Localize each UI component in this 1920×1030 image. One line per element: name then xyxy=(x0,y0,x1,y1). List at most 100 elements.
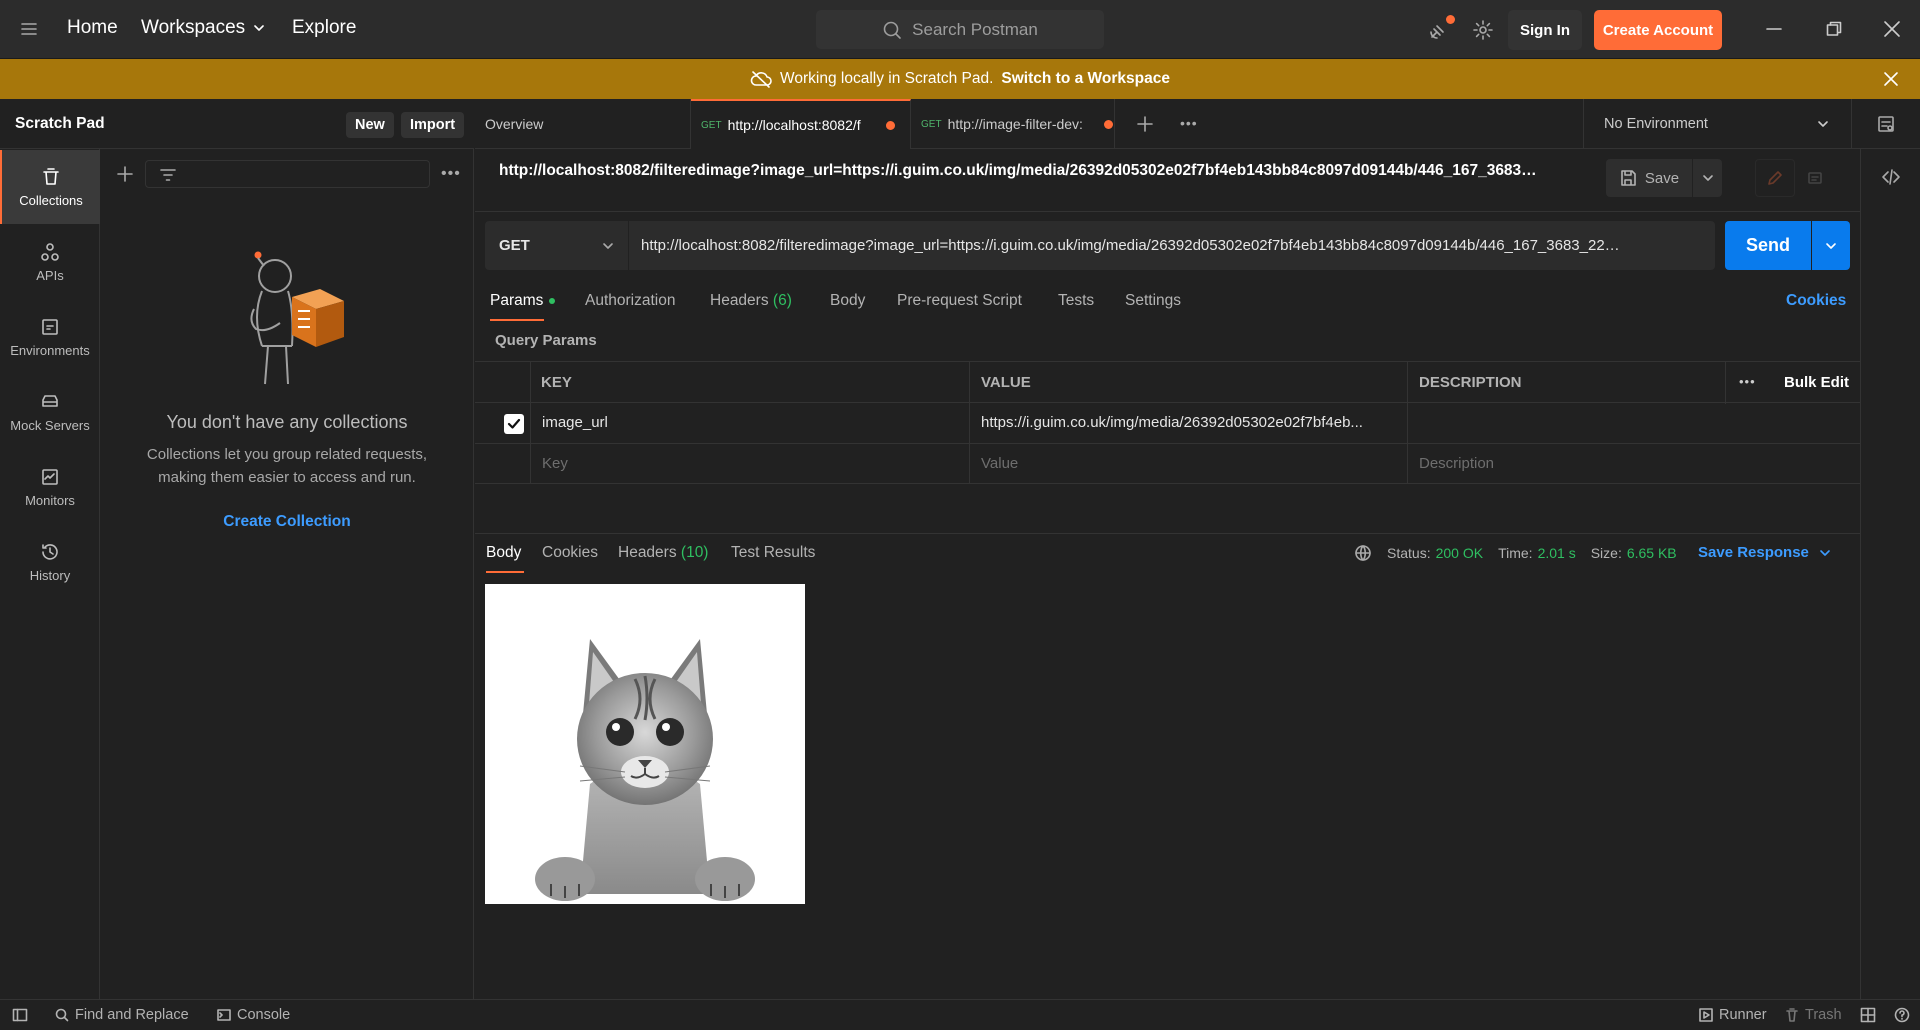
new-button[interactable]: New xyxy=(346,112,394,138)
response-tab-body[interactable]: Body xyxy=(486,544,521,562)
tab-prerequest-script[interactable]: Pre-request Script xyxy=(897,292,1022,310)
rail-collections[interactable]: Collections xyxy=(0,150,100,224)
rail-apis[interactable]: APIs xyxy=(0,225,100,299)
response-divider xyxy=(475,533,1860,534)
globe-icon[interactable] xyxy=(1354,544,1372,562)
comments-button[interactable] xyxy=(1795,159,1835,197)
params-active-dot xyxy=(549,298,556,304)
cookies-link[interactable]: Cookies xyxy=(1786,292,1846,310)
find-replace-button[interactable]: Find and Replace xyxy=(55,1007,189,1023)
url-input[interactable]: http://localhost:8082/filteredimage?imag… xyxy=(629,221,1715,270)
value-placeholder[interactable]: Value xyxy=(981,455,1018,472)
nav-workspaces[interactable]: Workspaces xyxy=(141,17,265,39)
console-label: Console xyxy=(237,1007,291,1023)
runner-label: Runner xyxy=(1719,1007,1767,1023)
tab-request-1[interactable]: GET http://localhost:8082/f xyxy=(691,99,911,149)
nav-home[interactable]: Home xyxy=(67,17,118,39)
create-collection-link[interactable]: Create Collection xyxy=(100,513,474,531)
environment-selector[interactable]: No Environment xyxy=(1583,99,1851,149)
tab-settings[interactable]: Settings xyxy=(1125,292,1181,310)
tab-headers-count: (6) xyxy=(772,292,792,309)
create-account-button[interactable]: Create Account xyxy=(1594,10,1722,50)
time-value[interactable]: 2.01 s xyxy=(1538,545,1576,561)
import-button[interactable]: Import xyxy=(401,112,465,138)
code-icon[interactable] xyxy=(1881,167,1901,187)
nav-explore[interactable]: Explore xyxy=(292,17,356,39)
response-tab-cookies[interactable]: Cookies xyxy=(542,544,598,562)
menu-icon[interactable] xyxy=(20,20,38,38)
help-icon[interactable] xyxy=(1894,1007,1910,1023)
size-label: Size: xyxy=(1590,545,1622,561)
layout-icon[interactable] xyxy=(1860,1007,1876,1023)
console-icon xyxy=(217,1008,231,1022)
row-checkbox[interactable] xyxy=(504,414,524,434)
send-options-button[interactable] xyxy=(1812,221,1850,270)
minimize-icon[interactable] xyxy=(1766,21,1782,37)
send-button[interactable]: Send xyxy=(1725,221,1811,270)
close-window-icon[interactable] xyxy=(1883,20,1901,38)
row-key[interactable]: image_url xyxy=(542,414,608,431)
tab-request-2[interactable]: GET http://image-filter-dev: xyxy=(911,99,1115,149)
key-placeholder[interactable]: Key xyxy=(542,455,568,472)
close-banner-icon[interactable] xyxy=(1883,71,1899,87)
description-placeholder[interactable]: Description xyxy=(1419,455,1494,472)
tab-headers[interactable]: Headers (6) xyxy=(710,292,792,310)
new-tab-icon[interactable] xyxy=(1136,115,1154,133)
sign-in-button[interactable]: Sign In xyxy=(1508,10,1582,50)
method-select[interactable]: GET xyxy=(485,221,628,270)
size-value[interactable]: 6.65 KB xyxy=(1627,545,1677,561)
left-rail: Collections APIs Environments Mock Serve… xyxy=(0,99,100,999)
rail-mock-servers[interactable]: Mock Servers xyxy=(0,375,100,449)
response-tab-test-results[interactable]: Test Results xyxy=(731,544,815,562)
sidebar: Scratch Pad New Import ••• You don't hav… xyxy=(0,99,474,999)
find-replace-label: Find and Replace xyxy=(75,1007,189,1023)
tab-authorization[interactable]: Authorization xyxy=(585,292,675,310)
save-options-button[interactable] xyxy=(1693,159,1722,197)
params-table: KEY VALUE DESCRIPTION ••• Bulk Edit imag… xyxy=(475,361,1860,484)
tab-body[interactable]: Body xyxy=(830,292,865,310)
tab-tests[interactable]: Tests xyxy=(1058,292,1094,310)
collection-filter-input[interactable] xyxy=(145,160,430,188)
chevron-down-icon xyxy=(253,22,265,34)
toggle-sidebar-icon[interactable] xyxy=(12,1007,28,1023)
tab1-label: http://localhost:8082/f xyxy=(727,117,861,133)
response-tab-headers[interactable]: Headers (10) xyxy=(618,544,708,562)
environment-quicklook[interactable] xyxy=(1851,99,1920,149)
add-icon[interactable] xyxy=(116,165,134,183)
restore-icon[interactable] xyxy=(1826,21,1842,37)
console-button[interactable]: Console xyxy=(217,1007,290,1023)
save-response-button[interactable]: Save Response xyxy=(1698,544,1831,561)
row-value[interactable]: https://i.guim.co.uk/img/media/26392d053… xyxy=(981,414,1363,431)
chevron-down-icon xyxy=(1819,547,1831,559)
bulk-edit-button[interactable]: Bulk Edit xyxy=(1784,374,1849,391)
edit-button[interactable] xyxy=(1755,159,1795,197)
tab-options-icon[interactable]: ••• xyxy=(1180,115,1198,131)
response-headers-count: (10) xyxy=(680,544,709,561)
tab2-label: http://image-filter-dev: xyxy=(947,116,1083,132)
trash-button[interactable]: Trash xyxy=(1785,1007,1842,1023)
switch-workspace-link[interactable]: Switch to a Workspace xyxy=(1001,70,1170,88)
col-divider xyxy=(1725,362,1726,404)
environment-label: No Environment xyxy=(1604,116,1708,132)
col-divider xyxy=(530,444,531,484)
tab-params[interactable]: Params xyxy=(490,292,556,310)
tab-overview[interactable]: Overview xyxy=(475,99,691,149)
runner-button[interactable]: Runner xyxy=(1699,1007,1767,1023)
rail-apis-label: APIs xyxy=(36,267,64,283)
col-divider xyxy=(1407,362,1408,404)
more-options-icon[interactable]: ••• xyxy=(441,165,461,183)
status-value[interactable]: 200 OK xyxy=(1436,545,1483,561)
search-icon xyxy=(55,1008,69,1022)
rail-monitors[interactable]: Monitors xyxy=(0,450,100,524)
save-button[interactable]: Save xyxy=(1606,159,1692,197)
col-divider xyxy=(969,362,970,404)
rail-history[interactable]: History xyxy=(0,525,100,599)
gear-icon[interactable] xyxy=(1472,19,1494,41)
rail-environments[interactable]: Environments xyxy=(0,300,100,374)
search-bar[interactable]: Search Postman xyxy=(816,10,1104,49)
tab-overview-label: Overview xyxy=(485,116,544,132)
environment-quicklook-icon xyxy=(1876,114,1896,134)
table-options-icon[interactable]: ••• xyxy=(1739,374,1756,389)
tab-params-underline xyxy=(490,319,544,321)
col-divider xyxy=(969,403,970,444)
